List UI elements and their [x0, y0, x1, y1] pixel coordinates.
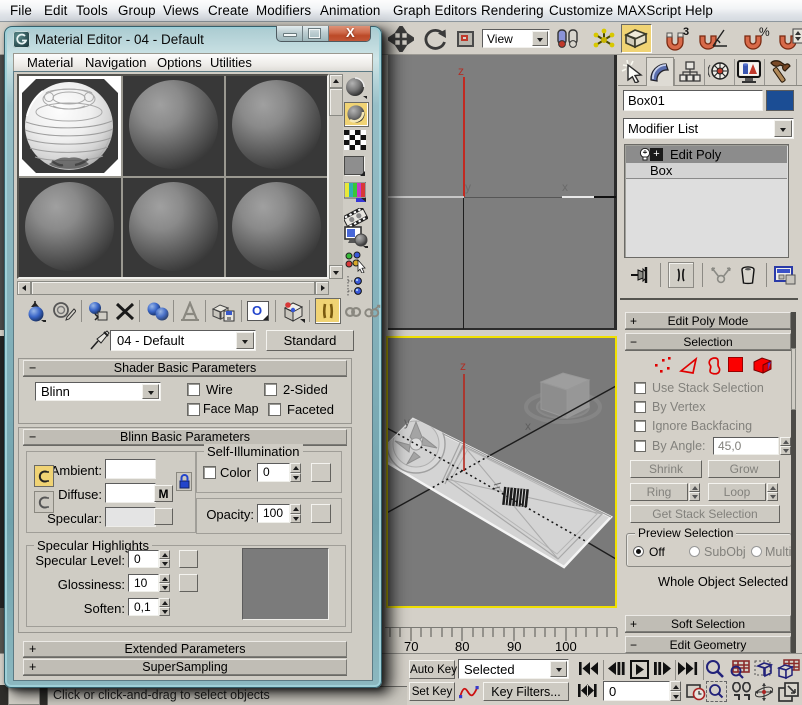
svg-text:%: % — [759, 26, 770, 39]
svg-text:x: x — [525, 419, 531, 433]
svg-text:z: z — [460, 359, 466, 373]
svg-text:3: 3 — [683, 26, 689, 38]
svg-text:y: y — [404, 415, 410, 429]
